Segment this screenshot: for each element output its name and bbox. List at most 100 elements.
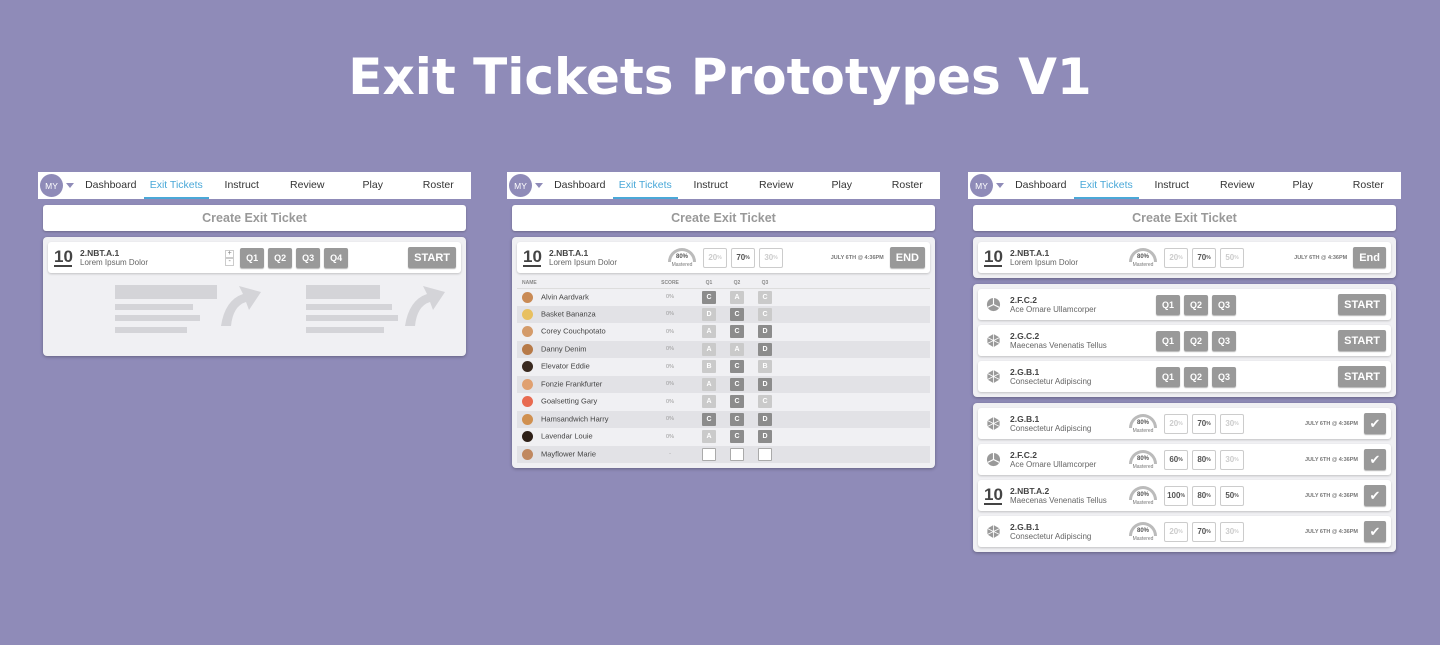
gauge-label: Mastered <box>1132 463 1154 470</box>
gauge-value: 80% <box>1136 455 1149 462</box>
end-button[interactable]: End <box>1353 247 1386 268</box>
checkmark-icon[interactable]: ✔ <box>1364 521 1386 542</box>
avatar[interactable]: MY <box>970 174 993 197</box>
grade-box[interactable]: A <box>702 395 716 409</box>
nav-roster[interactable]: Roster <box>875 172 941 199</box>
grade-box[interactable]: A <box>730 290 744 304</box>
q1-button[interactable]: Q1 <box>240 247 265 268</box>
q2-button[interactable]: Q2 <box>268 247 293 268</box>
chevron-down-icon[interactable] <box>535 183 543 188</box>
grade-box[interactable]: D <box>758 377 772 391</box>
stepper-minus[interactable]: - <box>225 257 235 266</box>
prototype-2: MY Dashboard Exit Tickets Instruct Revie… <box>507 172 940 468</box>
stepper-plus[interactable]: + <box>225 249 235 258</box>
grade-box[interactable]: C <box>730 395 744 409</box>
nav-review[interactable]: Review <box>1205 172 1271 199</box>
student-name: Danny Denim <box>541 344 587 354</box>
grade-box[interactable]: C <box>730 412 744 426</box>
grade-box[interactable]: C <box>758 307 772 321</box>
checkmark-icon[interactable]: ✔ <box>1364 449 1386 470</box>
nav-roster[interactable]: Roster <box>1336 172 1402 199</box>
nav-instruct[interactable]: Instruct <box>1139 172 1205 199</box>
grade-box[interactable]: B <box>758 360 772 374</box>
start-button[interactable]: START <box>1338 294 1386 315</box>
start-button[interactable]: START <box>1338 366 1386 387</box>
grade-box[interactable]: C <box>730 430 744 444</box>
checkmark-icon[interactable]: ✔ <box>1364 413 1386 434</box>
nav-play[interactable]: Play <box>340 172 406 199</box>
student-name-cell: Danny Denim <box>517 340 645 358</box>
create-exit-ticket-button[interactable]: Create Exit Ticket <box>512 205 935 231</box>
nav-review[interactable]: Review <box>744 172 810 199</box>
nav-dashboard[interactable]: Dashboard <box>547 172 613 199</box>
create-exit-ticket-button[interactable]: Create Exit Ticket <box>43 205 466 231</box>
grade-number: 10 <box>984 246 1003 267</box>
nav-play[interactable]: Play <box>809 172 875 199</box>
student-score: 0% <box>645 410 695 428</box>
nav-exit-tickets[interactable]: Exit Tickets <box>612 172 678 199</box>
grade-box[interactable]: A <box>702 430 716 444</box>
q3-button[interactable]: Q3 <box>1212 294 1236 315</box>
nav-instruct[interactable]: Instruct <box>678 172 744 199</box>
grade-box[interactable]: C <box>730 307 744 321</box>
start-button[interactable]: START <box>408 247 456 268</box>
nav-review[interactable]: Review <box>275 172 341 199</box>
chevron-down-icon[interactable] <box>996 183 1004 188</box>
grade-box[interactable]: C <box>758 395 772 409</box>
q2-button[interactable]: Q2 <box>1184 330 1208 351</box>
nav-roster[interactable]: Roster <box>406 172 472 199</box>
grade-box[interactable]: C <box>702 290 716 304</box>
q2-button[interactable]: Q2 <box>1184 366 1208 387</box>
percent-unit: % <box>1206 456 1211 463</box>
chevron-down-icon[interactable] <box>66 183 74 188</box>
grade-cell: C <box>723 323 751 341</box>
grade-box[interactable]: D <box>702 307 716 321</box>
grade-box[interactable]: A <box>702 325 716 339</box>
q3-button[interactable]: Q3 <box>1212 366 1236 387</box>
grade-box[interactable] <box>730 447 744 461</box>
q1-button[interactable]: Q1 <box>1156 330 1180 351</box>
grade-box[interactable]: C <box>702 412 716 426</box>
gauge-label: Mastered <box>1132 427 1154 434</box>
q2-button[interactable]: Q2 <box>1184 294 1208 315</box>
checkmark-icon[interactable]: ✔ <box>1364 485 1386 506</box>
nav-dashboard[interactable]: Dashboard <box>1008 172 1074 199</box>
start-button[interactable]: START <box>1338 330 1386 351</box>
create-exit-ticket-button[interactable]: Create Exit Ticket <box>973 205 1396 231</box>
ticket-date: JULY 6TH @ 4:36PM <box>1294 254 1348 261</box>
q1-button[interactable]: Q1 <box>1156 366 1180 387</box>
grade-box[interactable]: D <box>758 430 772 444</box>
end-button[interactable]: END <box>889 247 925 268</box>
grade-box[interactable] <box>758 447 772 461</box>
q3-button[interactable]: Q3 <box>296 247 321 268</box>
grade-box[interactable]: C <box>730 360 744 374</box>
nav-exit-tickets[interactable]: Exit Tickets <box>143 172 209 199</box>
grade-box[interactable]: A <box>702 342 716 356</box>
grade-box[interactable]: C <box>758 290 772 304</box>
grade-box[interactable]: D <box>758 325 772 339</box>
grade-box[interactable]: A <box>702 377 716 391</box>
nav-exit-tickets[interactable]: Exit Tickets <box>1073 172 1139 199</box>
grade-box[interactable]: D <box>758 342 772 356</box>
percent-unit: % <box>1178 528 1183 535</box>
student-name-cell: Corey Couchpotato <box>517 323 645 341</box>
nav-dashboard[interactable]: Dashboard <box>78 172 144 199</box>
avatar[interactable]: MY <box>509 174 532 197</box>
ticket-row: 2.F.C.2 Ace Ornare Ullamcorper Q1 Q2 Q3 START <box>978 289 1391 320</box>
grade-box[interactable]: C <box>730 377 744 391</box>
grade-box[interactable]: C <box>730 325 744 339</box>
question-stepper[interactable]: + - <box>225 249 235 266</box>
grade-box[interactable]: D <box>758 412 772 426</box>
q3-button[interactable]: Q3 <box>1212 330 1236 351</box>
nav-instruct[interactable]: Instruct <box>209 172 275 199</box>
q4-button[interactable]: Q4 <box>324 247 349 268</box>
percent-value: 80 <box>1197 491 1207 500</box>
table-row: Lavendar Louie 0% A C D <box>517 428 930 446</box>
grade-box[interactable] <box>702 447 716 461</box>
grade-box[interactable]: A <box>730 342 744 356</box>
grade-box[interactable]: B <box>702 360 716 374</box>
nav-play[interactable]: Play <box>1270 172 1336 199</box>
q1-button[interactable]: Q1 <box>1156 294 1180 315</box>
ticket-date: JULY 6TH @ 4:36PM <box>1304 528 1358 535</box>
avatar[interactable]: MY <box>40 174 63 197</box>
